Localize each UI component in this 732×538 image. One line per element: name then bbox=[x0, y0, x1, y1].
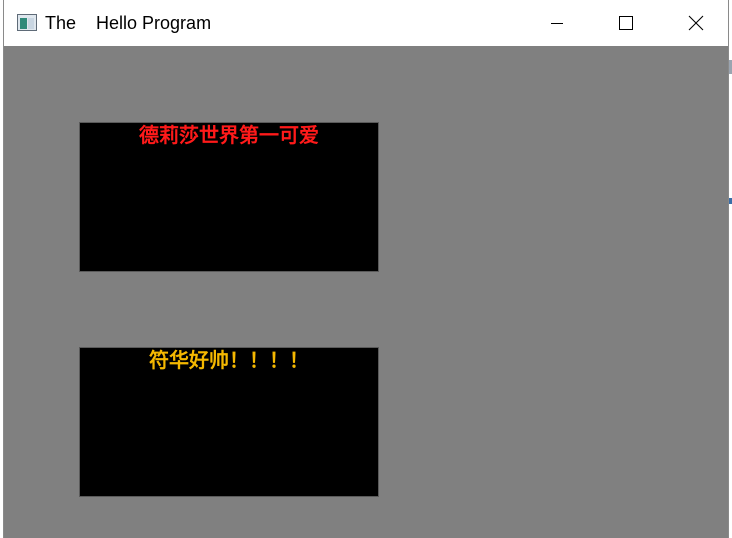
close-button[interactable] bbox=[673, 0, 719, 46]
client-area: 德莉莎世界第一可爱 符华好帅！！！！ bbox=[4, 46, 728, 538]
panel-2-text: 符华好帅！！！！ bbox=[149, 348, 309, 372]
title-bar[interactable]: The Hello Program bbox=[4, 0, 728, 46]
maximize-button[interactable] bbox=[603, 0, 649, 46]
window-title: The Hello Program bbox=[45, 13, 212, 33]
panel-1-text: 德莉莎世界第一可爱 bbox=[139, 123, 319, 147]
minimize-icon bbox=[551, 23, 563, 24]
close-icon bbox=[688, 15, 704, 31]
text-panel-1: 德莉莎世界第一可爱 bbox=[79, 122, 379, 272]
minimize-button[interactable] bbox=[534, 0, 580, 46]
text-panel-2: 符华好帅！！！！ bbox=[79, 347, 379, 497]
app-window-icon[interactable] bbox=[17, 14, 37, 31]
maximize-icon bbox=[619, 16, 633, 30]
app-window: The Hello Program 德莉莎世界第一可爱 符华好帅！！！！ bbox=[3, 0, 729, 538]
